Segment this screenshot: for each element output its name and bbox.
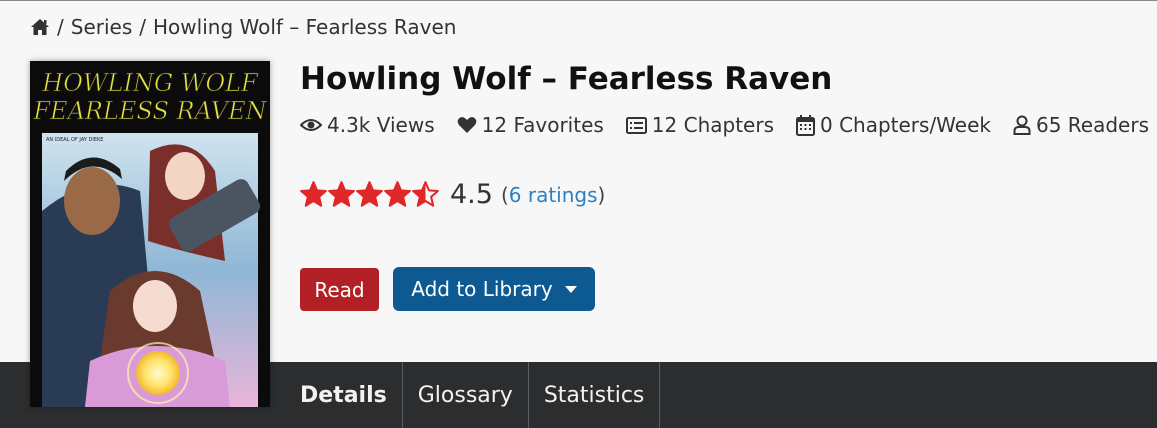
star-icon	[328, 181, 355, 207]
stat-chapters: 12 Chapters	[625, 113, 774, 137]
stat-views-label: 4.3k Views	[327, 113, 435, 137]
breadcrumb-separator: /	[139, 15, 147, 39]
star-icon	[384, 181, 411, 207]
tab-list: Details Glossary Statistics	[285, 362, 661, 428]
stat-favorites: 12 Favorites	[457, 113, 604, 137]
eye-icon	[300, 119, 322, 131]
series-cover-image: HOWLING WOLF FEARLESS RAVEN AN IDEAL OF …	[30, 61, 270, 407]
cover-title-line1: HOWLING WOLF	[41, 69, 259, 97]
rating-open-paren: (	[500, 182, 509, 207]
caret-down-icon	[564, 285, 577, 293]
calendar-icon	[795, 114, 815, 136]
rating-count-link[interactable]: 6 ratings	[509, 183, 598, 207]
breadcrumb-current: Howling Wolf – Fearless Raven	[153, 15, 457, 39]
tab-glossary[interactable]: Glossary	[403, 362, 529, 428]
stat-favorites-label: 12 Favorites	[481, 113, 604, 137]
stat-chapters-label: 12 Chapters	[651, 113, 774, 137]
stat-readers-label: 65 Readers	[1035, 113, 1149, 137]
series-rating: 4.5 (6 ratings)	[300, 179, 605, 210]
breadcrumb-series-link[interactable]: Series	[71, 15, 133, 39]
stat-chapters-per-week: 0 Chapters/Week	[795, 113, 991, 137]
stat-readers: 65 Readers	[1013, 113, 1149, 137]
breadcrumb-separator: /	[57, 15, 64, 39]
add-to-library-button[interactable]: Add to Library	[393, 267, 595, 311]
list-icon	[625, 116, 647, 134]
cover-title-line2: FEARLESS RAVEN	[32, 97, 267, 125]
rating-stars	[300, 181, 440, 208]
add-to-library-label: Add to Library	[411, 277, 553, 301]
rating-close-paren: )	[597, 182, 606, 207]
cover-byline: AN IDEAL OF JAY DIEKE	[46, 137, 103, 143]
series-title: Howling Wolf – Fearless Raven	[300, 61, 833, 97]
stat-views: 4.3k Views	[300, 113, 435, 137]
stat-chapters-per-week-label: 0 Chapters/Week	[819, 113, 991, 137]
series-stats: 4.3k Views 12 Favorites 12 Chapters 0 Ch…	[300, 113, 1149, 137]
star-icon	[300, 181, 327, 207]
tab-details[interactable]: Details	[285, 362, 403, 428]
tab-statistics[interactable]: Statistics	[529, 362, 661, 428]
read-button[interactable]: Read	[300, 268, 379, 311]
star-icon	[356, 181, 383, 207]
user-icon	[1013, 115, 1031, 135]
rating-count: (6 ratings)	[501, 183, 605, 207]
breadcrumb: / Series / Howling Wolf – Fearless Raven	[30, 15, 456, 39]
star-icon	[412, 181, 439, 207]
heart-icon	[457, 117, 477, 133]
home-icon[interactable]	[30, 17, 50, 37]
rating-value: 4.5	[450, 179, 493, 210]
